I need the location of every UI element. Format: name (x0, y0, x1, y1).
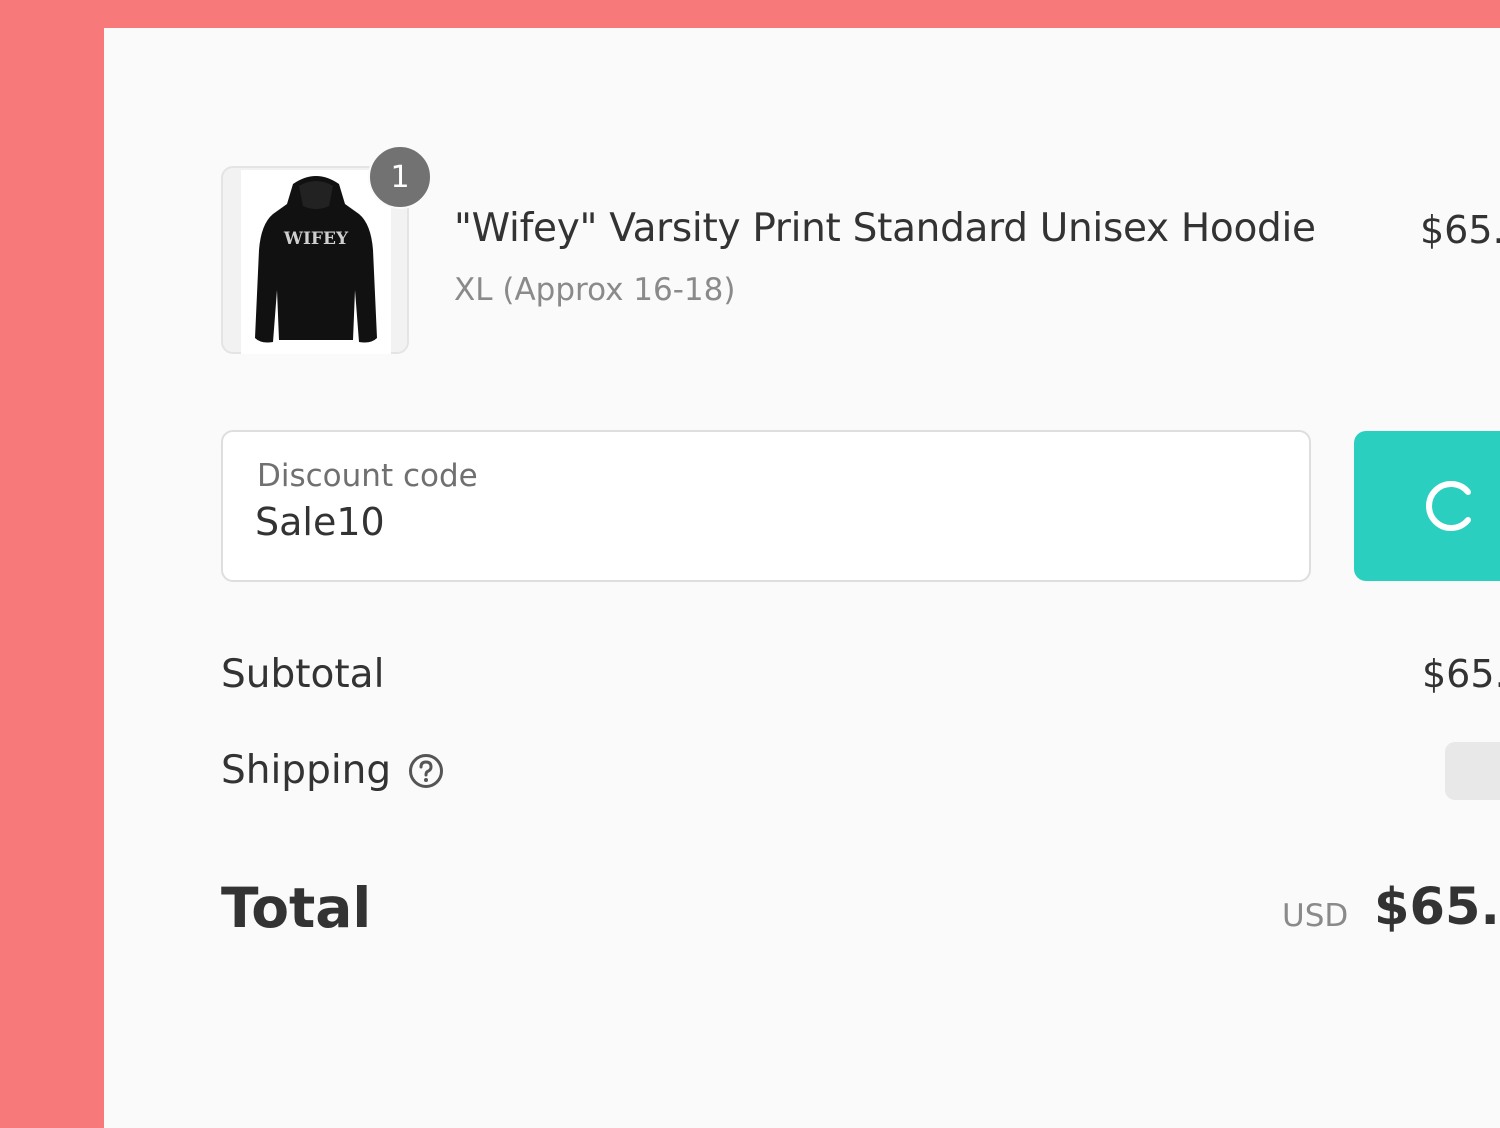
product-price: $65. (1420, 208, 1500, 252)
order-summary-panel: WIFEY 1 "Wifey" Varsity Print Standard U… (104, 28, 1500, 1128)
hoodie-print-text: WIFEY (283, 229, 349, 249)
quantity-badge: 1 (368, 145, 432, 209)
shipping-label: Shipping (221, 748, 392, 793)
discount-code-label: Discount code (257, 458, 478, 494)
total-label: Total (221, 876, 372, 940)
subtotal-value: $65. (1422, 652, 1500, 696)
product-name: "Wifey" Varsity Print Standard Unisex Ho… (454, 206, 1316, 251)
subtotal-label: Subtotal (221, 652, 385, 697)
hoodie-image: WIFEY (241, 170, 391, 354)
apply-discount-button[interactable] (1354, 431, 1500, 581)
top-bar (0, 0, 1500, 28)
question-circle-icon[interactable] (408, 753, 444, 789)
discount-code-input[interactable] (255, 500, 1255, 544)
shipping-value-placeholder (1445, 742, 1500, 800)
product-variant: XL (Approx 16-18) (454, 272, 736, 308)
discount-code-field[interactable]: Discount code (221, 430, 1311, 582)
left-sidebar-bar (0, 28, 104, 1128)
currency-code: USD (1282, 898, 1349, 934)
spinner-icon (1426, 481, 1471, 531)
total-value: $65.0 (1374, 878, 1500, 937)
